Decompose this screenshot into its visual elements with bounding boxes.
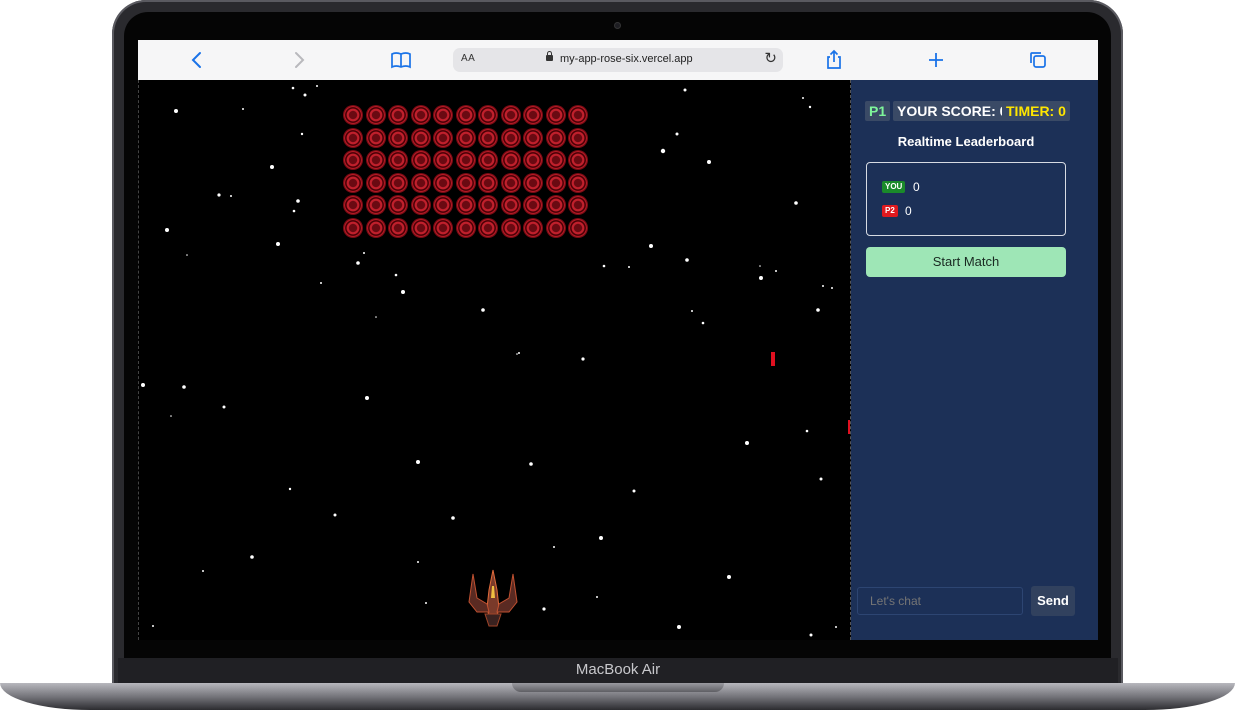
virus-icon: [344, 106, 362, 124]
back-icon[interactable]: [185, 48, 209, 72]
device-label: MacBook Air: [575, 661, 661, 678]
virus-icon: [389, 151, 407, 169]
virus-icon: [524, 218, 542, 237]
virus-icon: [524, 151, 542, 169]
virus-icon: [546, 173, 565, 192]
leaderboard-title: Realtime Leaderboard: [897, 134, 1035, 149]
laptop-notch: [512, 683, 724, 692]
virus-icon: [434, 128, 452, 147]
virus-icon: [524, 106, 542, 124]
virus-icon: [434, 151, 452, 169]
player-tag: P1: [865, 101, 891, 121]
virus-icon: [411, 128, 430, 147]
virus-icon: [411, 196, 430, 214]
virus-icon: [344, 128, 362, 147]
virus-icon: [546, 106, 565, 124]
virus-icon: [569, 173, 587, 192]
virus-icon: [546, 218, 565, 237]
virus-icon: [546, 196, 565, 214]
virus-icon: [546, 128, 565, 147]
bookmarks-icon[interactable]: [389, 48, 413, 72]
virus-icon: [344, 196, 362, 214]
share-icon[interactable]: [822, 48, 846, 72]
leaderboard-score-you: 0: [913, 180, 920, 194]
virus-icon: [344, 218, 362, 237]
leaderboard: YOU 0 P2 0: [866, 162, 1066, 236]
virus-icon: [479, 218, 497, 237]
virus-icon: [524, 196, 542, 214]
side-panel: P1 YOUR SCORE: 0 TIMER: 0 Realtime Leade…: [851, 80, 1098, 640]
virus-icon: [456, 173, 475, 192]
lock-icon: [546, 51, 553, 61]
virus-icon: [479, 128, 497, 147]
virus-icon: [434, 173, 452, 192]
virus-icon: [344, 173, 362, 192]
virus-icon: [366, 218, 385, 237]
screen: AA my-app-rose-six.vercel.app ↻ P1 YOUR …: [138, 40, 1098, 640]
virus-icon: [366, 151, 385, 169]
virus-icon: [389, 128, 407, 147]
virus-icon: [456, 151, 475, 169]
browser-toolbar: AA my-app-rose-six.vercel.app ↻: [138, 40, 1098, 81]
timer-display: TIMER: 0: [1002, 101, 1070, 121]
leaderboard-tag-p2: P2: [882, 205, 898, 217]
tabs-icon[interactable]: [1026, 48, 1050, 72]
virus-icon: [479, 106, 497, 124]
virus-icon: [501, 128, 520, 147]
virus-icon: [524, 128, 542, 147]
virus-icon: [456, 196, 475, 214]
spaceship-icon[interactable]: [465, 568, 521, 628]
forward-icon[interactable]: [287, 48, 311, 72]
chat-input[interactable]: [857, 587, 1023, 615]
virus-icon: [411, 218, 430, 237]
reload-icon[interactable]: ↻: [764, 49, 777, 67]
send-button[interactable]: Send: [1031, 586, 1075, 616]
virus-icon: [389, 106, 407, 124]
virus-icon: [524, 173, 542, 192]
virus-icon: [569, 218, 587, 237]
virus-icon: [569, 196, 587, 214]
virus-icon: [344, 151, 362, 169]
virus-icon: [569, 151, 587, 169]
text-size-button[interactable]: AA: [461, 53, 475, 64]
virus-icon: [501, 196, 520, 214]
virus-icon: [456, 218, 475, 237]
virus-icon: [569, 106, 587, 124]
virus-icon: [456, 128, 475, 147]
virus-icon: [501, 173, 520, 192]
virus-icon: [366, 128, 385, 147]
score-display: YOUR SCORE: 0: [893, 101, 1012, 121]
game-canvas[interactable]: [138, 80, 851, 640]
virus-icon: [546, 151, 565, 169]
virus-icon: [456, 106, 475, 124]
virus-icon: [569, 128, 587, 147]
virus-icon: [366, 196, 385, 214]
virus-icon: [389, 218, 407, 237]
camera-icon: [614, 22, 621, 29]
virus-icon: [479, 151, 497, 169]
virus-icon: [411, 106, 430, 124]
macbook-frame: AA my-app-rose-six.vercel.app ↻ P1 YOUR …: [0, 0, 1235, 710]
virus-icon: [501, 218, 520, 237]
virus-icon: [366, 173, 385, 192]
url-text[interactable]: my-app-rose-six.vercel.app: [560, 53, 693, 65]
virus-icon: [479, 173, 497, 192]
enemy-bullet: [771, 352, 775, 366]
start-match-button[interactable]: Start Match: [866, 247, 1066, 277]
new-tab-icon[interactable]: [924, 48, 948, 72]
address-bar[interactable]: AA my-app-rose-six.vercel.app ↻: [453, 48, 783, 72]
virus-icon: [366, 106, 385, 124]
virus-icon: [434, 218, 452, 237]
virus-icon: [434, 106, 452, 124]
leaderboard-tag-you: YOU: [882, 181, 906, 193]
virus-icon: [479, 196, 497, 214]
virus-icon: [411, 173, 430, 192]
virus-icon: [389, 173, 407, 192]
virus-icon: [434, 196, 452, 214]
leaderboard-score-p2: 0: [905, 204, 912, 218]
virus-icon: [501, 106, 520, 124]
virus-icon: [501, 151, 520, 169]
virus-icon: [411, 151, 430, 169]
virus-icon: [389, 196, 407, 214]
